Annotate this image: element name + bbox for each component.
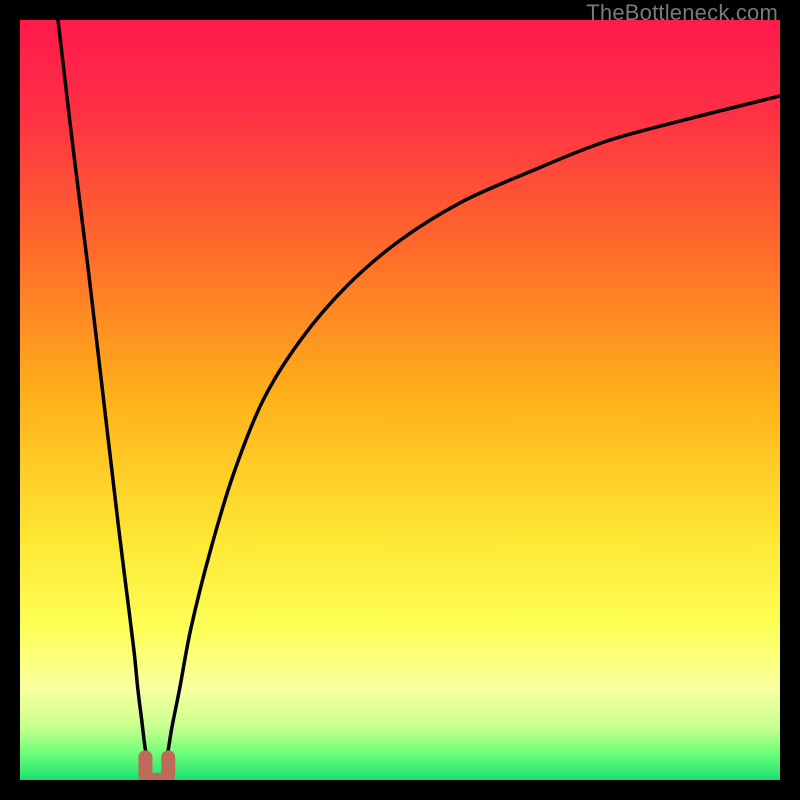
chart-frame	[20, 20, 780, 780]
chart-svg	[20, 20, 780, 780]
watermark-text: TheBottleneck.com	[586, 0, 778, 26]
